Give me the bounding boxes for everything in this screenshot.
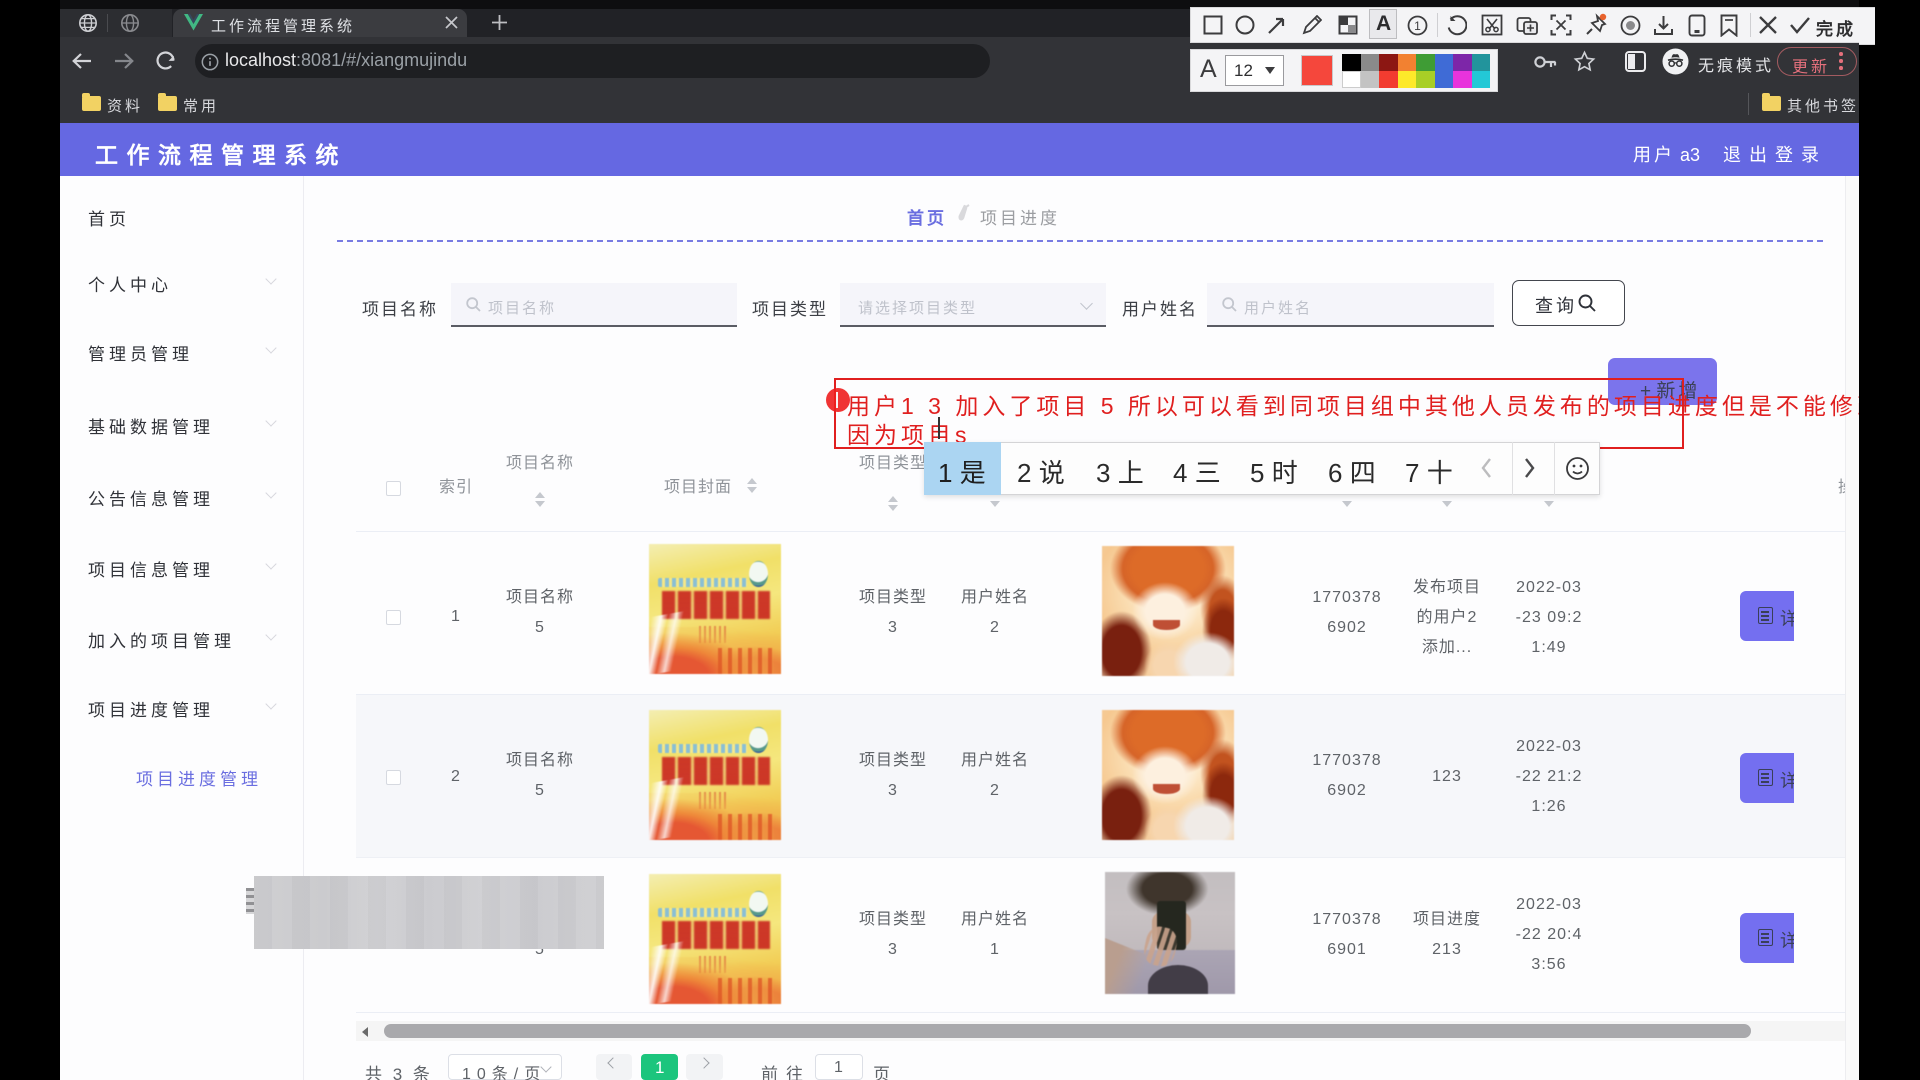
svg-text:1: 1 — [1414, 19, 1421, 33]
